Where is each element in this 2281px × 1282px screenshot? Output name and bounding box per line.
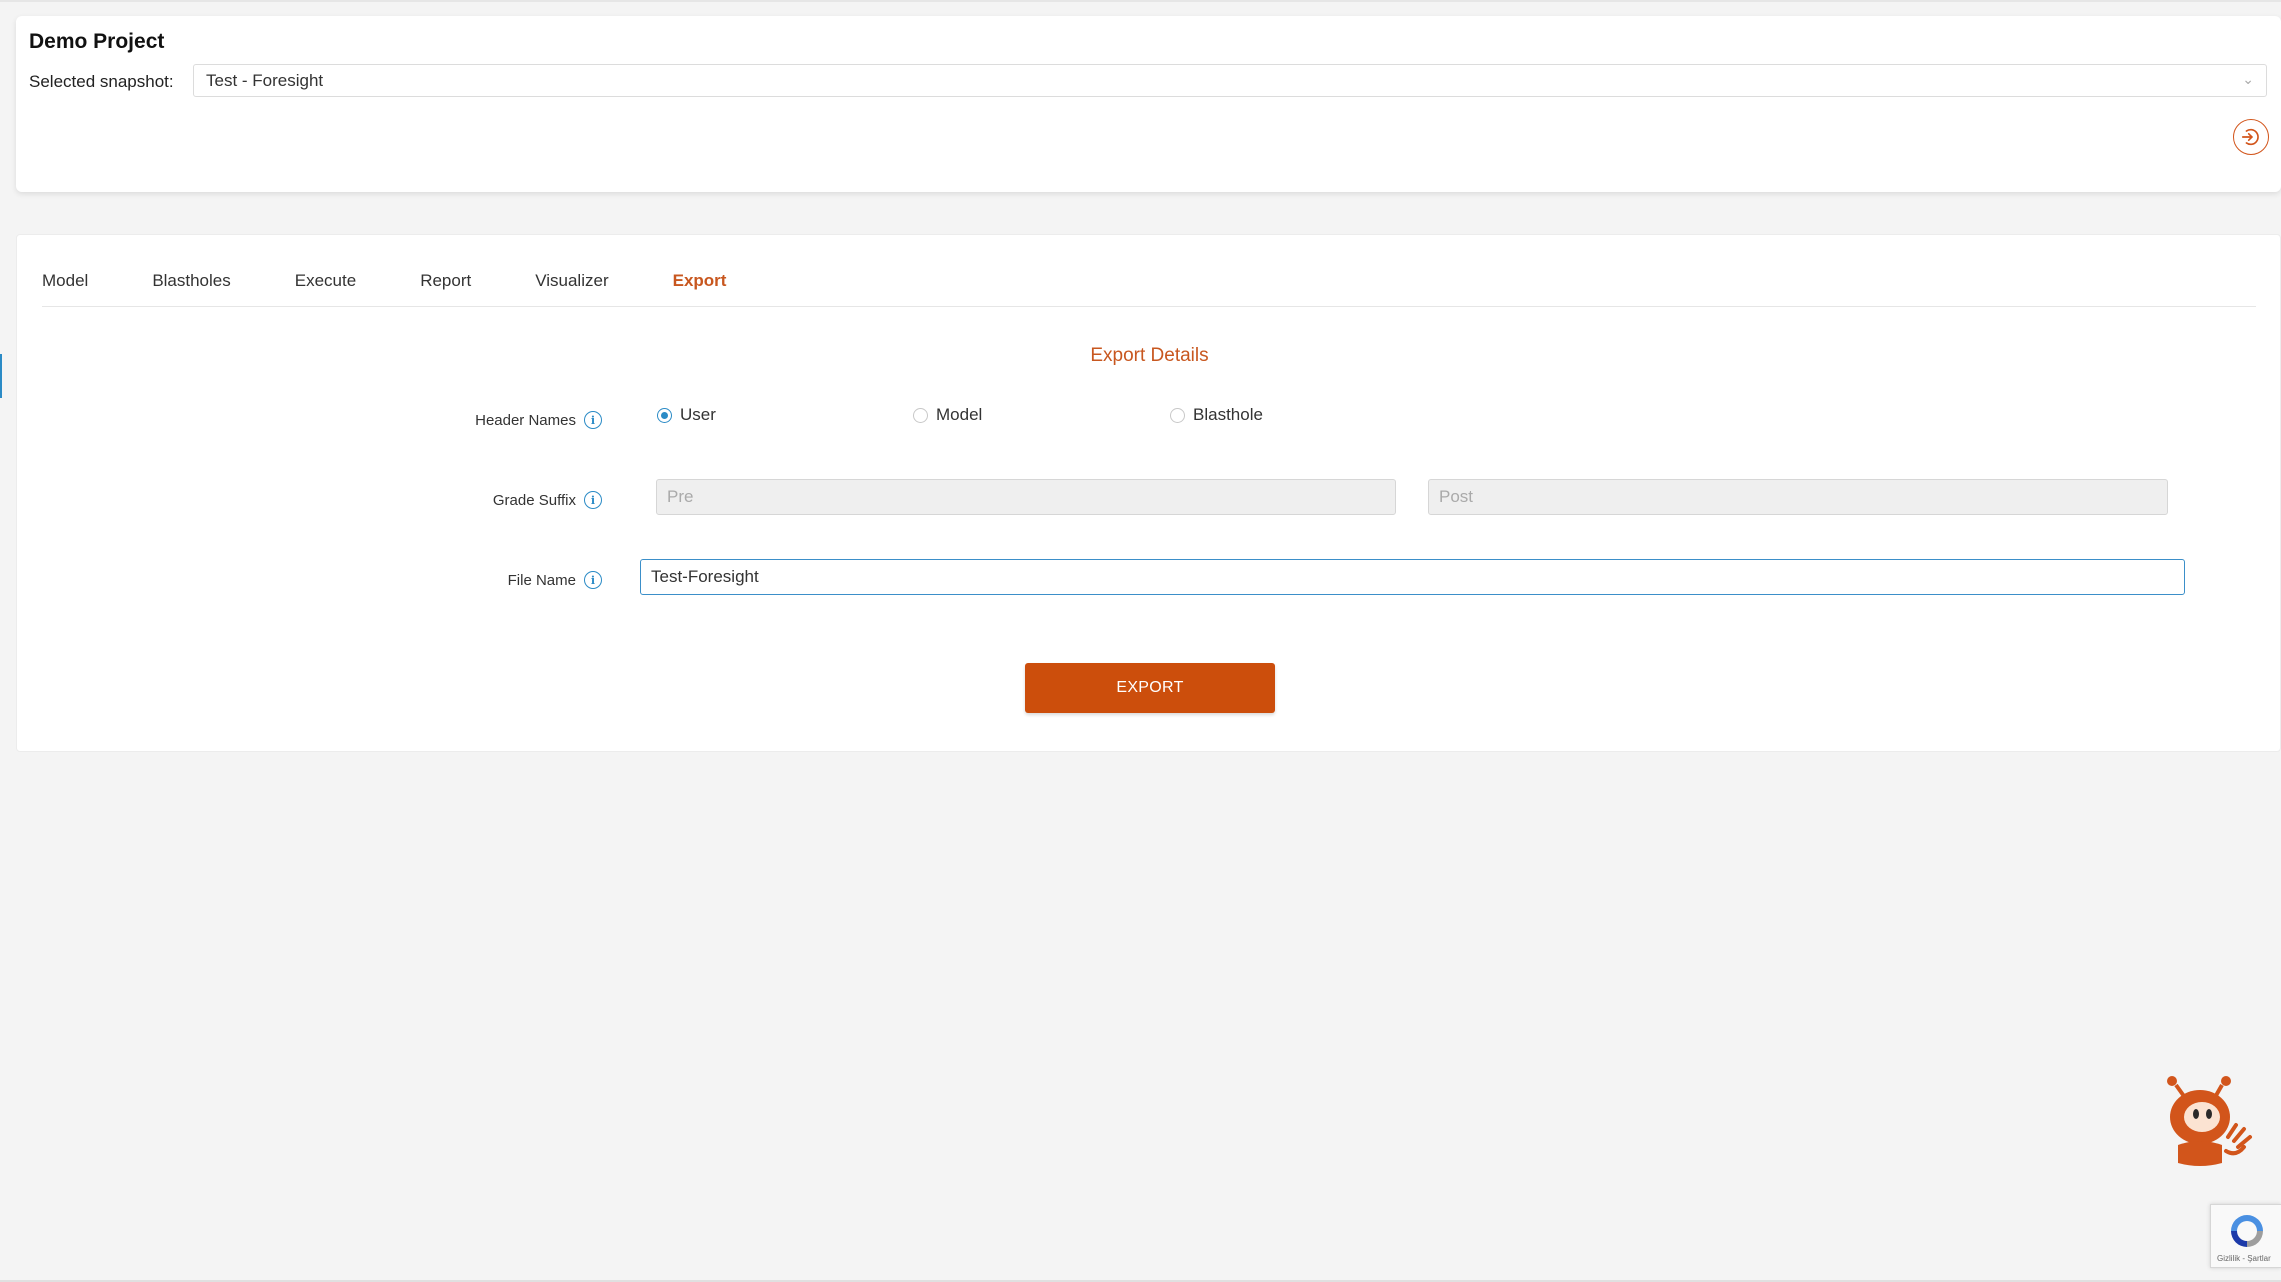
radio-button[interactable] [913, 407, 928, 423]
snapshot-label: Selected snapshot: [29, 72, 174, 91]
tab-execute[interactable]: Execute [295, 269, 356, 306]
top-divider [0, 0, 2281, 2]
export-panel: Model Blastholes Execute Report Visualiz… [16, 234, 2281, 752]
tab-bar: Model Blastholes Execute Report Visualiz… [42, 269, 2256, 307]
file-name-input[interactable] [640, 559, 2185, 595]
info-icon[interactable]: i [584, 411, 602, 429]
header-names-label-row: Header Names i [302, 411, 602, 429]
project-header-card: Demo Project Selected snapshot: Test - F… [16, 16, 2281, 192]
project-title: Demo Project [29, 30, 165, 53]
radio-blasthole[interactable]: Blasthole [1170, 405, 1263, 425]
file-name-label-row: File Name i [302, 571, 602, 589]
recaptcha-badge[interactable]: Gizlilik - Şartlar [2210, 1204, 2281, 1268]
section-title: Export Details [1090, 345, 1209, 366]
logout-icon [2241, 128, 2259, 146]
radio-model[interactable]: Model [913, 405, 982, 425]
side-accent-bar [0, 354, 2, 398]
snapshot-select-value: Test - Foresight [206, 70, 324, 90]
radio-blasthole-label: Blasthole [1193, 405, 1263, 424]
tab-visualizer[interactable]: Visualizer [535, 269, 608, 306]
header-names-label: Header Names [475, 411, 576, 429]
info-icon[interactable]: i [584, 571, 602, 589]
tab-report[interactable]: Report [420, 269, 471, 306]
grade-suffix-post-input[interactable] [1428, 479, 2168, 515]
tab-export[interactable]: Export [673, 269, 727, 306]
tab-model[interactable]: Model [42, 269, 88, 306]
logout-button[interactable] [2233, 119, 2269, 155]
recaptcha-icon [2231, 1215, 2263, 1247]
chat-assistant-button[interactable] [2164, 1075, 2264, 1169]
radio-user-label: User [680, 405, 716, 424]
mascot-icon [2167, 1076, 2252, 1166]
tab-blastholes[interactable]: Blastholes [152, 269, 230, 306]
grade-suffix-pre-input[interactable] [656, 479, 1396, 515]
info-icon[interactable]: i [584, 491, 602, 509]
radio-user[interactable]: User [657, 405, 716, 425]
radio-button[interactable] [1170, 407, 1185, 423]
grade-suffix-label: Grade Suffix [492, 491, 576, 509]
grade-suffix-label-row: Grade Suffix i [302, 491, 602, 509]
recaptcha-footer-text[interactable]: Gizlilik - Şartlar [2217, 1254, 2271, 1263]
chevron-down-icon: ⌄ [2242, 71, 2254, 87]
radio-button-checked[interactable] [657, 407, 672, 423]
snapshot-select[interactable]: Test - Foresight ⌄ [193, 64, 2267, 97]
export-button[interactable]: EXPORT [1025, 663, 1275, 713]
radio-model-label: Model [936, 405, 983, 424]
file-name-label: File Name [507, 571, 576, 589]
